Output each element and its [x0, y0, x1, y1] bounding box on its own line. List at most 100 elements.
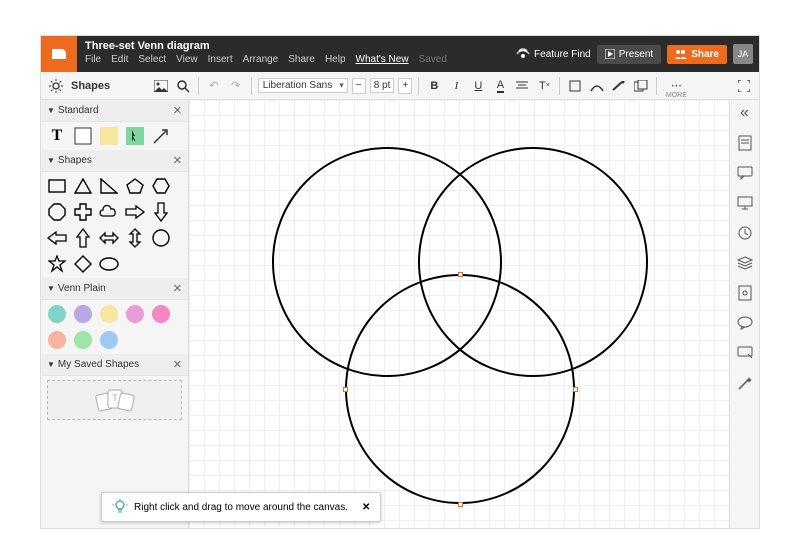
shape-cloud[interactable]: [99, 202, 119, 222]
panel-header-standard[interactable]: ▼Standard✕: [41, 100, 188, 122]
shape-octagon[interactable]: [47, 202, 67, 222]
save-status: Saved: [419, 53, 447, 67]
venn-color-5[interactable]: [47, 330, 67, 350]
separator: [559, 77, 560, 95]
venn-color-2[interactable]: [99, 304, 119, 324]
venn-circle-C[interactable]: [345, 274, 575, 504]
panel-header-venn[interactable]: ▼Venn Plain✕: [41, 278, 188, 300]
right-rail: «: [729, 100, 759, 528]
menu-select[interactable]: Select: [138, 53, 166, 67]
more-icon[interactable]: ⋯MORE: [663, 77, 689, 95]
shape-circle[interactable]: [151, 228, 171, 248]
shape-options-icon[interactable]: [632, 77, 650, 95]
italic-icon[interactable]: I: [447, 77, 465, 95]
shape-star[interactable]: [47, 254, 67, 274]
venn-color-7[interactable]: [99, 330, 119, 350]
arrow-tool[interactable]: [151, 126, 171, 146]
selection-handle[interactable]: [573, 387, 578, 392]
block-tool[interactable]: [73, 126, 93, 146]
line-style-icon[interactable]: [588, 77, 606, 95]
shapes-sidebar: ▼Standard✕ T ▼Shapes✕: [41, 100, 189, 528]
hint-text: Right click and drag to move around the …: [134, 502, 348, 513]
panel-header-shapes[interactable]: ▼Shapes✕: [41, 150, 188, 172]
close-icon[interactable]: ✕: [173, 154, 182, 167]
shape-pentagon[interactable]: [125, 176, 145, 196]
fill-icon[interactable]: [566, 77, 584, 95]
feature-find-button[interactable]: Feature Find: [516, 48, 591, 60]
text-tool[interactable]: T: [47, 126, 67, 146]
close-icon[interactable]: ✕: [362, 502, 370, 513]
comments-icon[interactable]: [736, 164, 754, 182]
document-title[interactable]: Three-set Venn diagram: [85, 36, 516, 53]
data-icon[interactable]: [736, 284, 754, 302]
selection-handle[interactable]: [458, 502, 463, 507]
redo-icon[interactable]: ↷: [227, 77, 245, 95]
menu-edit[interactable]: Edit: [111, 53, 128, 67]
title-bar: Three-set Venn diagram File Edit Select …: [41, 36, 759, 72]
shape-arrow-ud[interactable]: [125, 228, 145, 248]
font-size-minus[interactable]: −: [352, 78, 366, 94]
panel-title: Venn Plain: [58, 283, 106, 294]
menu-help[interactable]: Help: [325, 53, 346, 67]
venn-color-3[interactable]: [125, 304, 145, 324]
image-icon[interactable]: [152, 77, 170, 95]
canvas[interactable]: [189, 100, 729, 528]
selection-handle[interactable]: [458, 272, 463, 277]
menu-view[interactable]: View: [176, 53, 198, 67]
close-icon[interactable]: ✕: [173, 282, 182, 295]
fullscreen-icon[interactable]: [735, 77, 753, 95]
shape-arrow-up[interactable]: [73, 228, 93, 248]
search-icon[interactable]: [174, 77, 192, 95]
text-color-icon[interactable]: A: [491, 77, 509, 95]
font-family-select[interactable]: Liberation Sans: [258, 78, 348, 93]
note-tool[interactable]: [99, 126, 119, 146]
gear-icon[interactable]: [47, 77, 65, 95]
line-width-icon[interactable]: [610, 77, 628, 95]
underline-icon[interactable]: U: [469, 77, 487, 95]
shape-diamond[interactable]: [73, 254, 93, 274]
venn-color-4[interactable]: [151, 304, 171, 324]
shape-right-triangle[interactable]: [99, 176, 119, 196]
font-size-input[interactable]: 8 pt: [370, 78, 395, 93]
shape-triangle[interactable]: [73, 176, 93, 196]
panel-header-saved[interactable]: ▼My Saved Shapes✕: [41, 354, 188, 376]
clear-format-icon[interactable]: T×: [535, 77, 553, 95]
shape-rect[interactable]: [47, 176, 67, 196]
shape-ellipse[interactable]: [99, 254, 119, 274]
shape-arrow-down[interactable]: [151, 202, 171, 222]
menu-file[interactable]: File: [85, 53, 101, 67]
present-panel-icon[interactable]: [736, 194, 754, 212]
notes-icon[interactable]: [736, 134, 754, 152]
shape-hexagon[interactable]: [151, 176, 171, 196]
share-button[interactable]: Share: [667, 45, 727, 64]
layers-icon[interactable]: [736, 254, 754, 272]
menu-share[interactable]: Share: [288, 53, 315, 67]
shape-arrow-lr[interactable]: [99, 228, 119, 248]
shape-cross[interactable]: [73, 202, 93, 222]
actions-icon[interactable]: [736, 344, 754, 362]
hotspot-tool[interactable]: [125, 126, 145, 146]
menu-insert[interactable]: Insert: [208, 53, 233, 67]
close-icon[interactable]: ✕: [173, 104, 182, 117]
venn-color-6[interactable]: [73, 330, 93, 350]
collapse-icon[interactable]: «: [736, 104, 754, 122]
chat-icon[interactable]: [736, 314, 754, 332]
saved-shapes-placeholder[interactable]: T: [47, 380, 182, 420]
venn-color-0[interactable]: [47, 304, 67, 324]
align-icon[interactable]: [513, 77, 531, 95]
close-icon[interactable]: ✕: [173, 358, 182, 371]
magic-icon[interactable]: [736, 374, 754, 392]
undo-icon[interactable]: ↶: [205, 77, 223, 95]
app-logo[interactable]: [41, 36, 77, 72]
history-icon[interactable]: [736, 224, 754, 242]
bold-icon[interactable]: B: [425, 77, 443, 95]
user-avatar[interactable]: JA: [733, 44, 753, 64]
shape-arrow-left[interactable]: [47, 228, 67, 248]
selection-handle[interactable]: [343, 387, 348, 392]
venn-color-1[interactable]: [73, 304, 93, 324]
present-button[interactable]: Present: [597, 45, 661, 64]
shape-arrow-right[interactable]: [125, 202, 145, 222]
menu-arrange[interactable]: Arrange: [243, 53, 279, 67]
menu-whats-new[interactable]: What's New: [356, 53, 409, 67]
font-size-plus[interactable]: +: [398, 78, 412, 94]
